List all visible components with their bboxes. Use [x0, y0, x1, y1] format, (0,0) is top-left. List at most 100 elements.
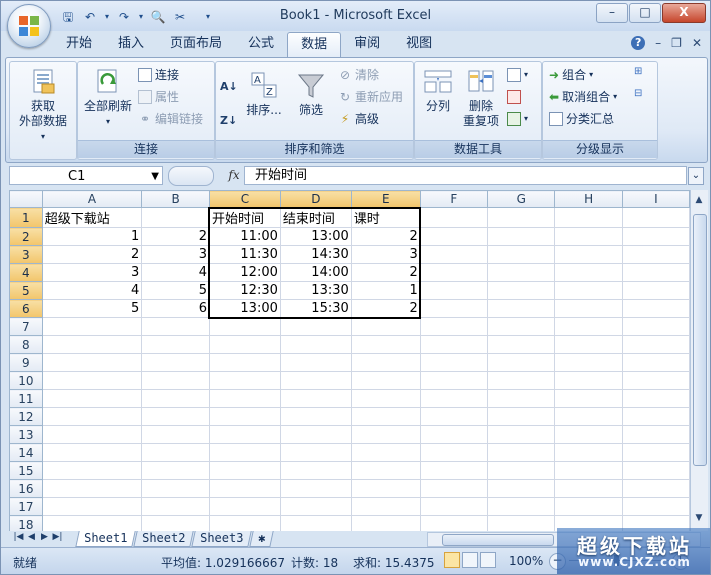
cell-f4[interactable] — [419, 263, 489, 282]
cell-h4[interactable] — [554, 263, 623, 282]
cell-c9[interactable] — [208, 353, 281, 372]
cell-g2[interactable] — [486, 227, 556, 246]
cell-a12[interactable] — [41, 407, 143, 426]
what-if-analysis-button[interactable]: ▾ — [507, 110, 528, 128]
cell-e7[interactable] — [350, 317, 421, 336]
cell-d7[interactable] — [279, 317, 352, 336]
cell-a8[interactable] — [41, 335, 143, 354]
cell-d1[interactable]: 结束时间 — [279, 207, 352, 228]
tab-view[interactable]: 视图 — [393, 32, 445, 56]
cell-b10[interactable] — [141, 371, 210, 390]
clear-button[interactable]: ⊘ 清除 — [338, 66, 379, 84]
cell-g9[interactable] — [486, 353, 556, 372]
cell-f6[interactable] — [419, 299, 489, 318]
page-layout-view-icon[interactable] — [462, 552, 478, 568]
cell-b16[interactable] — [141, 479, 210, 498]
cell-i11[interactable] — [621, 389, 690, 408]
scroll-down-icon[interactable]: ▼ — [693, 512, 705, 524]
cell-c2[interactable]: 11:00 — [208, 227, 281, 246]
cell-a18[interactable] — [41, 515, 143, 531]
cell-f14[interactable] — [419, 443, 489, 462]
reapply-button[interactable]: ↻ 重新应用 — [338, 88, 403, 106]
cell-h15[interactable] — [554, 461, 623, 480]
cell-g17[interactable] — [486, 497, 556, 516]
column-header-d[interactable]: D — [279, 190, 352, 208]
cell-e2[interactable]: 2 — [350, 227, 421, 246]
sort-button[interactable]: A Z 排序... — [244, 70, 284, 118]
cell-b12[interactable] — [141, 407, 210, 426]
formula-bar-splitter[interactable] — [168, 166, 214, 186]
cell-f11[interactable] — [419, 389, 489, 408]
cell-f7[interactable] — [419, 317, 489, 336]
connections-button[interactable]: 连接 — [138, 66, 179, 84]
cell-a9[interactable] — [41, 353, 143, 372]
cell-i17[interactable] — [621, 497, 690, 516]
consolidate-button[interactable] — [507, 88, 521, 106]
cell-a14[interactable] — [41, 443, 143, 462]
row-header[interactable]: 8 — [9, 335, 43, 354]
row-header[interactable]: 7 — [9, 317, 43, 336]
maximize-button[interactable]: □ — [629, 3, 661, 23]
row-header[interactable]: 4 — [9, 263, 43, 282]
tab-review[interactable]: 审阅 — [341, 32, 393, 56]
ungroup-button[interactable]: ⬅ 取消组合 ▾ — [549, 88, 617, 106]
cell-b13[interactable] — [141, 425, 210, 444]
cell-i15[interactable] — [621, 461, 690, 480]
cell-g15[interactable] — [486, 461, 556, 480]
row-header[interactable]: 2 — [9, 227, 43, 246]
cell-c13[interactable] — [208, 425, 281, 444]
row-header[interactable]: 5 — [9, 281, 43, 300]
cell-d16[interactable] — [279, 479, 352, 498]
cell-g6[interactable] — [486, 299, 556, 318]
cell-d4[interactable]: 14:00 — [279, 263, 352, 282]
advanced-button[interactable]: ⚡ 高级 — [338, 110, 379, 128]
cell-c5[interactable]: 12:30 — [208, 281, 281, 300]
column-header-e[interactable]: E — [350, 190, 421, 208]
cell-h8[interactable] — [554, 335, 623, 354]
next-sheet-icon[interactable]: ▶ — [39, 532, 50, 542]
cell-i8[interactable] — [621, 335, 690, 354]
insert-function-icon[interactable]: fx — [223, 166, 245, 184]
cell-e12[interactable] — [350, 407, 421, 426]
cell-h1[interactable] — [554, 207, 623, 228]
cell-g8[interactable] — [486, 335, 556, 354]
horizontal-scroll-thumb[interactable] — [442, 534, 554, 546]
column-header-i[interactable]: I — [621, 190, 690, 208]
cell-b8[interactable] — [141, 335, 210, 354]
cell-h12[interactable] — [554, 407, 623, 426]
row-header[interactable]: 10 — [9, 371, 43, 390]
cell-i12[interactable] — [621, 407, 690, 426]
subtotal-button[interactable]: 分类汇总 — [549, 110, 614, 128]
cell-i16[interactable] — [621, 479, 690, 498]
expand-formula-bar-icon[interactable]: ⌄ — [688, 167, 704, 185]
cell-e17[interactable] — [350, 497, 421, 516]
cell-g13[interactable] — [486, 425, 556, 444]
cell-h3[interactable] — [554, 245, 623, 264]
cell-f5[interactable] — [419, 281, 489, 300]
cell-b6[interactable]: 6 — [141, 299, 210, 318]
cell-d5[interactable]: 13:30 — [279, 281, 352, 300]
cell-c18[interactable] — [208, 515, 281, 531]
cell-c1[interactable]: 开始时间 — [208, 207, 281, 228]
cell-i4[interactable] — [621, 263, 690, 282]
remove-duplicates-button[interactable]: 删除 重复项 — [459, 66, 503, 129]
help-icon[interactable]: ? — [631, 36, 646, 50]
cell-c10[interactable] — [208, 371, 281, 390]
cell-e18[interactable] — [350, 515, 421, 531]
row-header[interactable]: 16 — [9, 479, 43, 498]
cell-g1[interactable] — [486, 207, 556, 228]
cell-f16[interactable] — [419, 479, 489, 498]
cell-a16[interactable] — [41, 479, 143, 498]
row-header[interactable]: 1 — [9, 207, 43, 228]
cell-b5[interactable]: 5 — [141, 281, 210, 300]
formula-input[interactable]: 开始时间 — [244, 166, 687, 185]
sheet-tab-sheet1[interactable]: Sheet1 — [75, 531, 137, 547]
cell-b9[interactable] — [141, 353, 210, 372]
cell-g7[interactable] — [486, 317, 556, 336]
cell-a1[interactable]: 超级下载站 — [41, 207, 143, 228]
column-header-a[interactable]: A — [41, 190, 143, 208]
cell-e8[interactable] — [350, 335, 421, 354]
cell-f12[interactable] — [419, 407, 489, 426]
row-header[interactable]: 17 — [9, 497, 43, 516]
cell-b15[interactable] — [141, 461, 210, 480]
